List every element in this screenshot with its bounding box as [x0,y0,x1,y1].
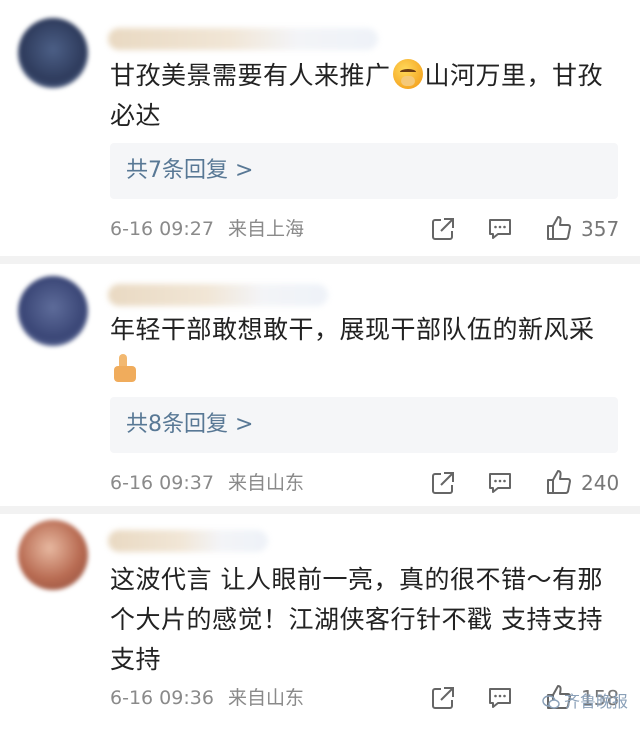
share-icon[interactable] [430,470,456,496]
like-count: 357 [581,217,620,241]
comment-date: 6-16 09:27 [110,218,214,240]
view-replies-button[interactable]: 共7条回复 > [110,143,618,199]
like-icon[interactable] [545,214,573,242]
avatar[interactable] [18,18,88,88]
username[interactable] [108,284,328,306]
comment-date: 6-16 09:37 [110,472,214,494]
comment-item: 年轻干部敢想敢干，展现干部队伍的新风采 共8条回复 > 6-16 09:37 来… [0,264,640,514]
view-replies-button[interactable]: 共8条回复 > [110,397,618,453]
kissing-face-icon [392,59,423,89]
comment-meta: 6-16 09:27 来自上海 [110,217,304,241]
comment-text-part: 甘孜美景需要有人来推广 [110,61,391,90]
like-count: 240 [581,471,620,495]
comment-text-part: 山河万里，甘孜 [424,61,604,90]
thumbs-up-icon [110,354,140,384]
watermark: 齐鲁晚报 [542,688,628,712]
comment-text-part: 个大片的感觉！江湖侠客行针不戳 支持支持 [110,605,603,634]
comment-location: 来自山东 [227,687,304,709]
divider [0,256,640,264]
comment-location: 来自山东 [227,472,304,494]
comment-text: 甘孜美景需要有人来推广 山河万里，甘孜 必达 [110,56,622,136]
comment-text-part: 年轻干部敢想敢干，展现干部队伍的新风采 [110,315,595,344]
divider [0,506,640,514]
comment-text: 这波代言 让人眼前一亮，真的很不错～有那 个大片的感觉！江湖侠客行针不戳 支持支… [110,560,622,680]
watermark-text: 齐鲁晚报 [563,694,628,711]
comment-icon[interactable] [487,470,513,496]
comment-icon[interactable] [487,685,513,711]
comment-text-part: 支持 [110,645,162,674]
share-icon[interactable] [430,685,456,711]
comment-text-part: 这波代言 让人眼前一亮，真的很不错～有那 [110,565,603,594]
username[interactable] [108,530,268,552]
comment-icon[interactable] [487,216,513,242]
username[interactable] [108,28,378,50]
comment-item: 甘孜美景需要有人来推广 山河万里，甘孜 必达 共7条回复 > 6-16 09:27… [0,0,640,262]
avatar[interactable] [18,520,88,590]
wechat-icon [542,695,560,709]
comment-text: 年轻干部敢想敢干，展现干部队伍的新风采 [110,310,622,390]
comment-date: 6-16 09:36 [110,687,214,709]
comment-text-part: 必达 [110,101,162,130]
share-icon[interactable] [430,216,456,242]
avatar[interactable] [18,276,88,346]
comment-meta: 6-16 09:36 来自山东 [110,686,304,710]
comment-location: 来自上海 [227,218,304,240]
like-icon[interactable] [545,468,573,496]
comment-meta: 6-16 09:37 来自山东 [110,471,304,495]
